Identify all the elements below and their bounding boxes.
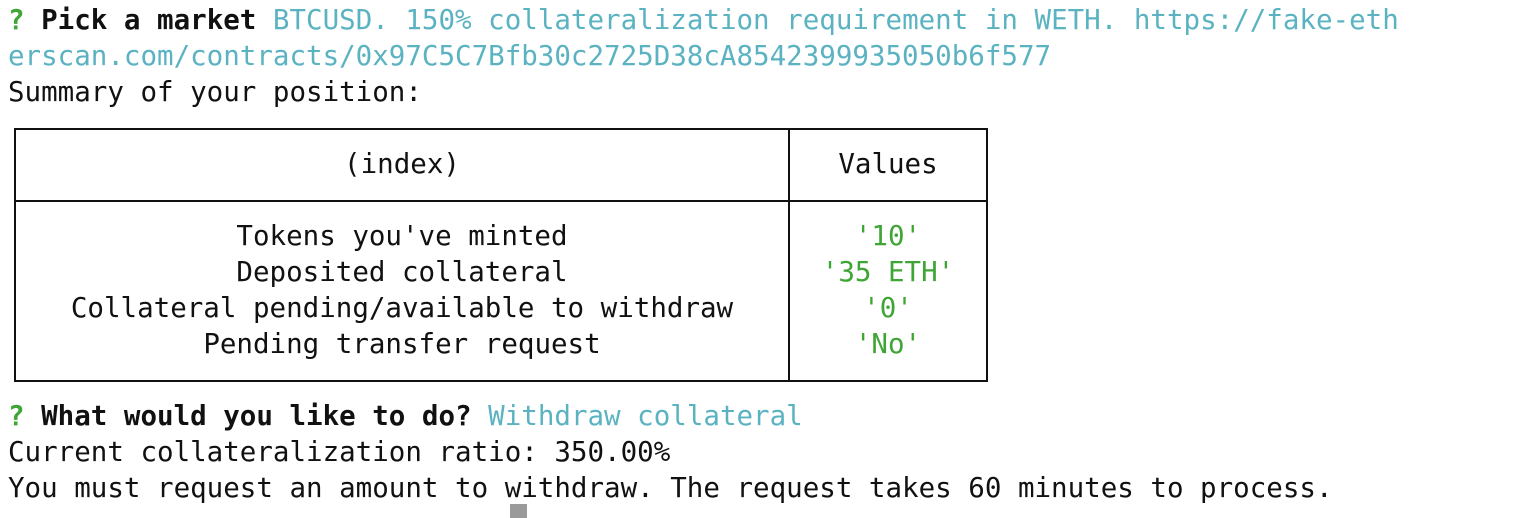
table-header-divider [14, 200, 988, 202]
market-answer-text: BTCUSD. 150% collateralization requireme… [272, 4, 1399, 36]
table-row-label: Pending transfer request [203, 328, 601, 360]
prompt-question-icon: ? [8, 4, 25, 36]
market-answer-continued: erscan.com/contracts/0x97C5C7Bfb30c2725D… [8, 40, 1052, 72]
market-prompt-line: ? Pick a market BTCUSD. 150% collaterali… [8, 2, 1399, 38]
withdraw-info-line: You must request an amount to withdraw. … [8, 472, 1333, 504]
table-row-value: '10' [854, 220, 922, 252]
action-answer-text: Withdraw collateral [488, 400, 803, 432]
table-header-index: (index) [344, 148, 460, 180]
table-row-value: '0' [863, 292, 913, 324]
table-row-value: 'No' [854, 328, 922, 360]
market-prompt-label: Pick a market [41, 4, 257, 36]
collateralization-ratio-line: Current collateralization ratio: 350.00% [8, 436, 671, 468]
table-row-label: Collateral pending/available to withdraw [70, 292, 734, 324]
table-header-values: Values [838, 148, 938, 180]
table-row-value: '35 ETH' [821, 256, 955, 288]
summary-heading: Summary of your position: [8, 76, 422, 108]
action-prompt-line: ? What would you like to do? Withdraw co… [8, 398, 803, 434]
terminal-cursor[interactable] [510, 504, 527, 518]
action-prompt-label: What would you like to do? [41, 400, 472, 432]
prompt-question-icon: ? [8, 400, 25, 432]
table-row-label: Deposited collateral [236, 256, 568, 288]
table-row-label: Tokens you've minted [236, 220, 568, 252]
